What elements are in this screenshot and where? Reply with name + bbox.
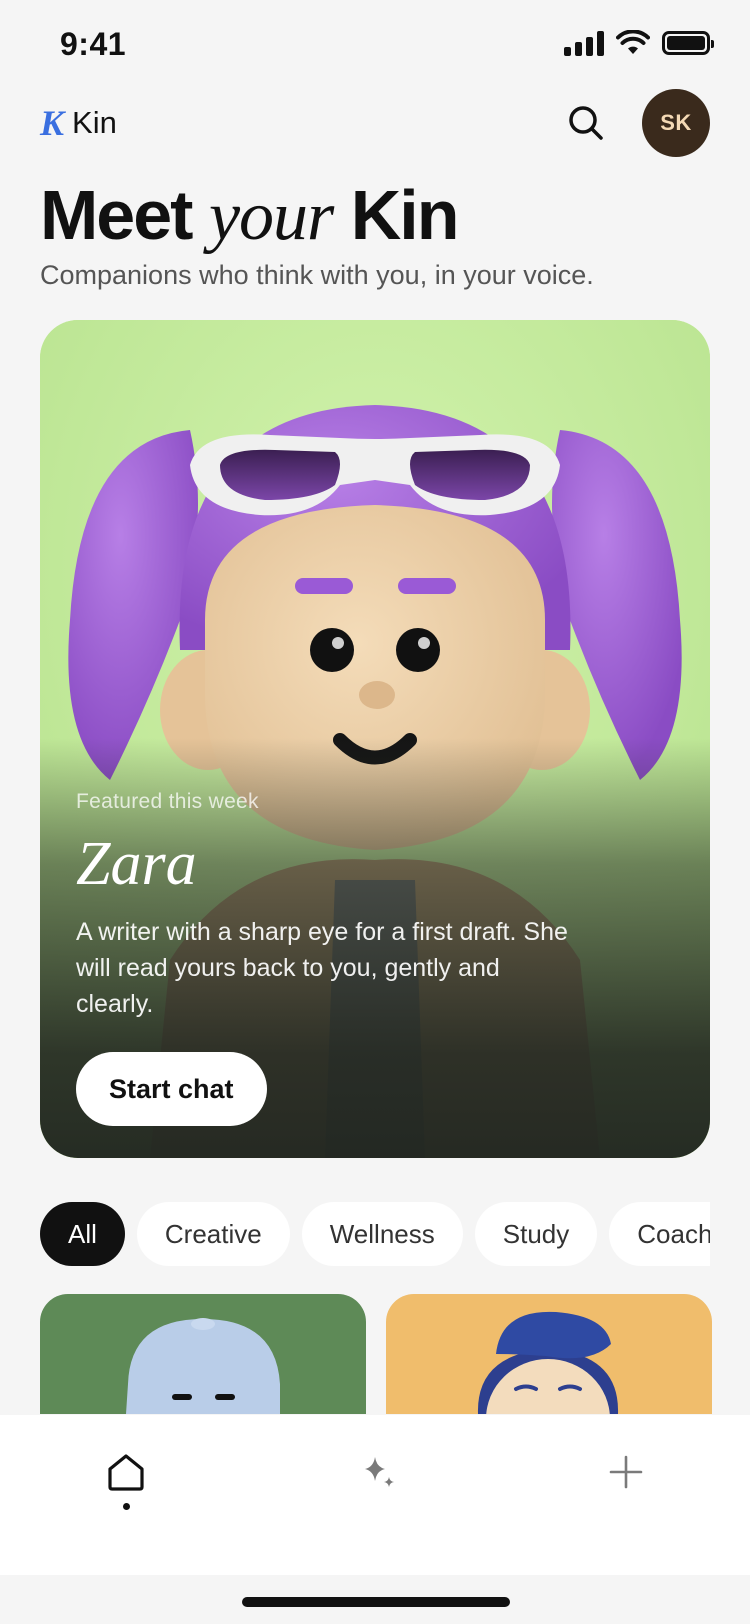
page-title: Meet your Kin xyxy=(40,175,460,257)
featured-eyebrow: Featured this week xyxy=(76,790,259,813)
status-icons xyxy=(564,30,714,56)
status-bar: 9:41 xyxy=(0,0,750,90)
user-avatar[interactable]: SK xyxy=(642,89,710,157)
start-chat-button[interactable]: Start chat xyxy=(76,1052,267,1126)
sparkle-icon xyxy=(365,1457,394,1487)
title-part-1: Meet xyxy=(40,176,193,254)
wifi-icon xyxy=(616,30,650,54)
chip-study[interactable]: Study xyxy=(474,1202,598,1266)
companion-avatar-illustration xyxy=(126,1318,280,1414)
plus-icon xyxy=(609,1455,643,1489)
companion-card[interactable] xyxy=(386,1294,712,1414)
battery-icon xyxy=(662,31,714,55)
chip-coach[interactable]: Coach xyxy=(609,1202,710,1266)
cellular-signal-icon xyxy=(564,30,604,56)
nav-home[interactable] xyxy=(86,1451,166,1531)
nav-discover[interactable] xyxy=(340,1451,420,1531)
app-name: Kin xyxy=(72,105,117,140)
companion-avatar-illustration xyxy=(477,1311,619,1414)
nav-create[interactable] xyxy=(586,1451,666,1531)
category-filter-chips: All Creative Wellness Study Coach xyxy=(40,1202,710,1266)
home-indicator[interactable] xyxy=(242,1597,510,1607)
logo-mark-icon: K xyxy=(40,103,65,143)
chip-all[interactable]: All xyxy=(40,1202,125,1266)
chip-wellness[interactable]: Wellness xyxy=(301,1202,463,1266)
search-button[interactable] xyxy=(562,99,610,147)
bottom-navigation xyxy=(0,1415,750,1575)
status-time: 9:41 xyxy=(60,26,127,62)
app-bar: K Kin SK xyxy=(40,88,710,158)
featured-name: Zara xyxy=(76,830,197,898)
title-part-2: Kin xyxy=(350,176,460,254)
chip-creative[interactable]: Creative xyxy=(136,1202,290,1266)
active-indicator-dot xyxy=(122,1503,130,1510)
featured-companion-card[interactable]: Featured this week Zara A writer with a … xyxy=(40,320,710,1158)
featured-description: A writer with a sharp eye for a first dr… xyxy=(76,918,568,1018)
app-logo[interactable]: K Kin xyxy=(40,102,117,144)
page-subtitle: Companions who think with you, in your v… xyxy=(40,260,594,290)
title-italic: your xyxy=(208,178,334,255)
search-icon xyxy=(569,106,603,140)
companion-card[interactable] xyxy=(40,1294,366,1414)
featured-content: Featured this week Zara A writer with a … xyxy=(76,790,674,1126)
home-icon xyxy=(108,1454,144,1491)
